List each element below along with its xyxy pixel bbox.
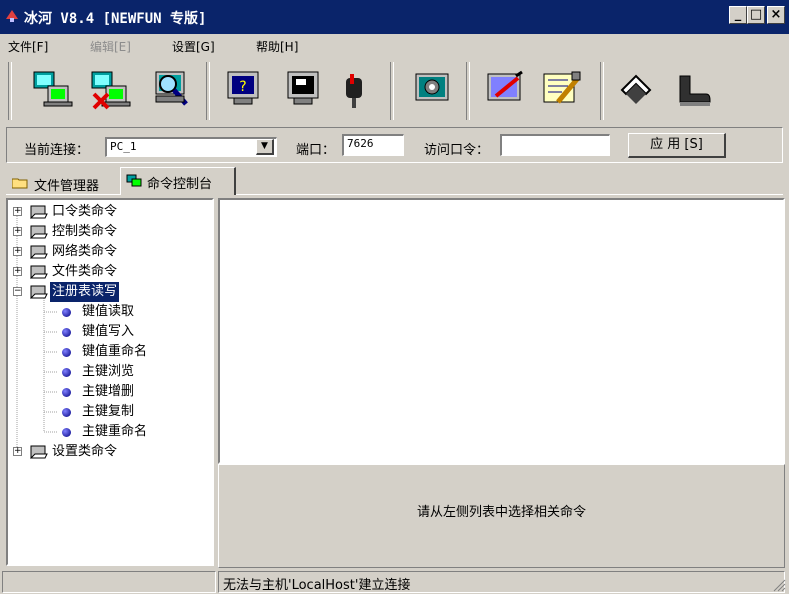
svg-text:?: ?	[239, 79, 246, 95]
expand-icon[interactable]: +	[13, 267, 22, 276]
expand-icon[interactable]: +	[13, 247, 22, 256]
tree-group-label: 口令类命令	[52, 204, 118, 219]
command-dot-icon	[62, 348, 71, 357]
folder-icon	[30, 445, 48, 459]
toolbar: ?	[0, 56, 789, 128]
password-label: 访问口令：	[424, 143, 490, 158]
close-button[interactable]: ×	[767, 6, 785, 24]
search-host-icon[interactable]	[146, 64, 194, 116]
tree-group-label: 文件类命令	[52, 264, 118, 279]
boot-icon[interactable]	[668, 64, 716, 116]
tools-icon[interactable]	[538, 64, 586, 116]
port-input-value: 7626	[347, 137, 374, 150]
screen-control-icon[interactable]	[280, 64, 328, 116]
password-input[interactable]	[500, 134, 610, 156]
tab-command-console[interactable]: 命令控制台	[120, 167, 236, 195]
config-icon[interactable]	[408, 64, 456, 116]
resize-grip-icon[interactable]	[772, 578, 786, 592]
tab-file-manager-label: 文件管理器	[34, 179, 100, 194]
app-icon	[6, 10, 18, 22]
tree-group-label: 控制类命令	[52, 224, 118, 239]
hint-text: 请从左侧列表中选择相关命令	[416, 505, 586, 520]
folder-icon	[30, 205, 48, 219]
command-dot-icon	[62, 328, 71, 337]
add-host-icon[interactable]	[28, 64, 76, 116]
expand-icon[interactable]: +	[13, 207, 22, 216]
menu-help[interactable]: 帮助[H]	[256, 38, 298, 55]
title-bar[interactable]: 冰河 V8.4 [NEWFUN 专版] _ □ ×	[0, 0, 789, 34]
computer-icon	[126, 174, 142, 187]
command-dot-icon	[62, 428, 71, 437]
maximize-button[interactable]: □	[747, 6, 765, 24]
tree-command-label: 键值读取	[82, 304, 135, 319]
settings-panel-icon[interactable]	[482, 64, 530, 116]
toolbar-separator	[600, 62, 604, 120]
tree-command-label: 主键复制	[82, 404, 135, 419]
delete-host-icon[interactable]	[86, 64, 134, 116]
folder-icon	[12, 178, 28, 189]
folder-icon	[30, 285, 48, 299]
window-title: 冰河 V8.4 [NEWFUN 专版]	[24, 11, 207, 27]
tab-file-manager[interactable]: 文件管理器	[6, 170, 120, 194]
tree-command-label: 主键浏览	[82, 364, 135, 379]
expand-icon[interactable]: +	[13, 227, 22, 236]
status-left	[2, 571, 216, 593]
toolbar-separator	[390, 62, 394, 120]
tree-command-label: 主键重命名	[82, 424, 148, 439]
menu-settings[interactable]: 设置[G]	[172, 38, 215, 55]
tab-command-console-label: 命令控制台	[147, 177, 213, 192]
connection-select-value: PC_1	[110, 140, 137, 153]
command-dot-icon	[62, 308, 71, 317]
folder-icon	[30, 265, 48, 279]
port-input[interactable]: 7626	[342, 134, 404, 156]
menu-edit[interactable]: 编辑[E]	[90, 38, 131, 55]
command-tree[interactable]: + 口令类命令 + 控制类命令 + 网络类命令 + 文件类命令 − 注册表读写键值读取键值写入键值…	[6, 198, 214, 566]
command-dot-icon	[62, 408, 71, 417]
port-label: 端口：	[296, 143, 336, 158]
tree-group-label: 注册表读写	[50, 282, 120, 302]
hint-panel: 请从左侧列表中选择相关命令	[218, 464, 785, 568]
menu-file[interactable]: 文件[F]	[8, 38, 48, 55]
status-message: 无法与主机'LocalHost'建立连接	[218, 571, 785, 593]
tree-group-label: 设置类命令	[52, 444, 118, 459]
menu-bar: 文件[F] 编辑[E] 设置[G] 帮助[H]	[0, 34, 789, 56]
connection-label: 当前连接：	[24, 143, 90, 158]
tree-command-label: 主键增删	[82, 384, 135, 399]
chevron-down-icon[interactable]: ▼	[256, 139, 274, 155]
connection-select[interactable]: PC_1	[105, 137, 277, 157]
collapse-icon[interactable]: −	[13, 287, 22, 296]
tree-command-label: 键值写入	[82, 324, 135, 339]
command-dot-icon	[62, 368, 71, 377]
apply-button[interactable]: 应 用 [S]	[628, 133, 726, 158]
folder-icon	[30, 245, 48, 259]
output-panel[interactable]	[218, 198, 785, 464]
minimize-button[interactable]: _	[729, 6, 747, 24]
remote-screen-icon[interactable]: ?	[220, 64, 268, 116]
toolbar-separator	[466, 62, 470, 120]
home-icon[interactable]	[612, 64, 660, 116]
expand-icon[interactable]: +	[13, 447, 22, 456]
tree-group-label: 网络类命令	[52, 244, 118, 259]
mailbox-icon[interactable]	[330, 64, 378, 116]
tree-command-label: 键值重命名	[82, 344, 148, 359]
folder-icon	[30, 225, 48, 239]
command-dot-icon	[62, 388, 71, 397]
toolbar-separator	[206, 62, 210, 120]
toolbar-separator	[8, 62, 12, 120]
